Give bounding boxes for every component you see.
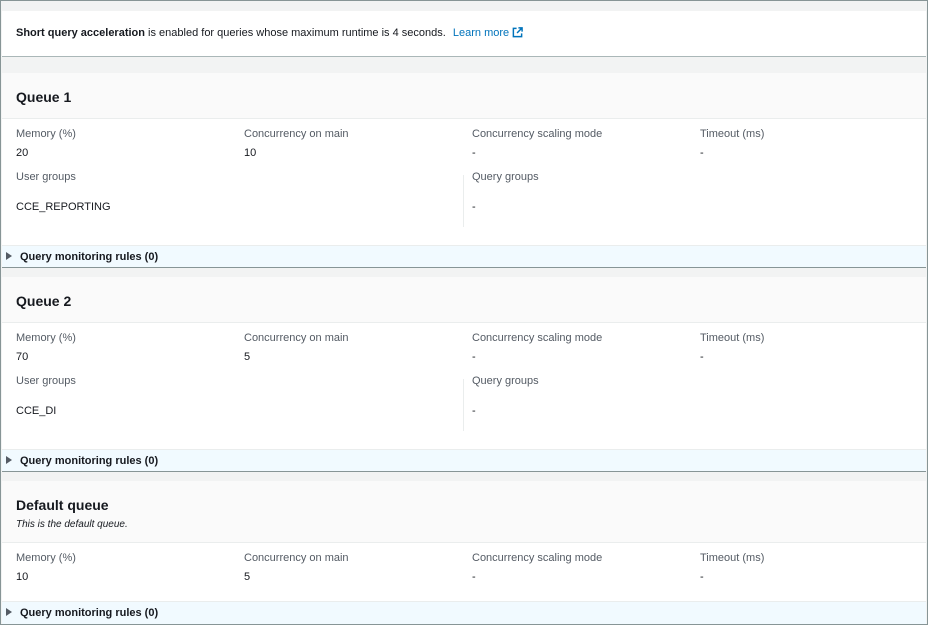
queue-header: Queue 2	[2, 277, 926, 323]
query-groups-value: -	[472, 405, 476, 417]
memory-label: Memory (%)	[16, 552, 76, 564]
user-groups-value: CCE_DI	[16, 405, 57, 417]
queue-settings-row: Memory (%) 10 Concurrency on main 5 Concur…	[2, 552, 926, 592]
memory-cell: Memory (%) 10	[16, 552, 76, 583]
memory-cell: Memory (%) 70	[16, 332, 76, 363]
scaling-label: Concurrency scaling mode	[472, 128, 603, 140]
sqa-title: Short query acceleration	[16, 27, 145, 39]
concurrency-value: 10	[244, 147, 257, 159]
concurrency-value: 5	[244, 351, 251, 363]
caret-right-icon	[6, 608, 12, 616]
queue-title: Queue 1	[16, 89, 72, 105]
memory-value: 20	[16, 147, 29, 159]
user-groups-value: CCE_REPORTING	[16, 201, 111, 213]
query-monitoring-rules-toggle[interactable]: Query monitoring rules (0)	[2, 449, 926, 472]
queue-groups-row: User groups CCE_DI Query groups -	[2, 375, 926, 435]
learn-more-label: Learn more	[452, 27, 510, 39]
queue-2-section: Queue 2 Memory (%) 70 Concurrency on main…	[2, 277, 926, 472]
scaling-value: -	[472, 351, 476, 363]
learn-more-link[interactable]: Learn more	[453, 27, 523, 39]
timeout-cell: Timeout (ms) -	[700, 552, 764, 583]
queue-settings-row: Memory (%) 70 Concurrency on main 5 Concur…	[2, 332, 926, 372]
concurrency-label: Concurrency on main	[244, 552, 349, 564]
scaling-cell: Concurrency scaling mode -	[472, 552, 602, 583]
timeout-value: -	[700, 351, 704, 363]
caret-right-icon	[6, 252, 12, 260]
timeout-cell: Timeout (ms) -	[700, 128, 764, 159]
scaling-cell: Concurrency scaling mode -	[472, 332, 602, 363]
memory-value: 10	[16, 571, 29, 583]
scaling-value: -	[472, 147, 476, 159]
sqa-description: is enabled for queries whose maximum run…	[145, 27, 446, 39]
timeout-cell: Timeout (ms) -	[700, 332, 764, 363]
scaling-label: Concurrency scaling mode	[472, 552, 603, 564]
concurrency-cell: Concurrency on main 5	[244, 332, 349, 363]
user-groups-cell: User groups CCE_REPORTING	[16, 171, 111, 231]
query-groups-cell: Query groups -	[472, 171, 539, 231]
memory-cell: Memory (%) 20	[16, 128, 76, 159]
query-groups-label: Query groups	[472, 375, 539, 387]
queue-title: Queue 2	[16, 293, 72, 309]
memory-label: Memory (%)	[16, 332, 76, 344]
wlm-queues-panel: Short query acceleration is enabled for …	[0, 0, 928, 625]
column-divider	[463, 379, 464, 431]
queue-header: Queue 1	[2, 73, 926, 119]
concurrency-cell: Concurrency on main 10	[244, 128, 349, 159]
query-groups-value: -	[472, 201, 476, 213]
concurrency-label: Concurrency on main	[244, 128, 349, 140]
qmr-label: Query monitoring rules (0)	[20, 455, 159, 467]
timeout-label: Timeout (ms)	[700, 128, 765, 140]
default-queue-section: Default queue This is the default queue.…	[2, 481, 926, 624]
qmr-label: Query monitoring rules (0)	[20, 607, 159, 619]
memory-value: 70	[16, 351, 29, 363]
sqa-info-banner: Short query acceleration is enabled for …	[2, 11, 926, 57]
timeout-label: Timeout (ms)	[700, 552, 765, 564]
timeout-value: -	[700, 147, 704, 159]
query-groups-label: Query groups	[472, 171, 539, 183]
concurrency-cell: Concurrency on main 5	[244, 552, 349, 583]
scaling-value: -	[472, 571, 476, 583]
scaling-cell: Concurrency scaling mode -	[472, 128, 602, 159]
scaling-label: Concurrency scaling mode	[472, 332, 603, 344]
caret-right-icon	[6, 456, 12, 464]
external-link-icon	[512, 27, 523, 41]
user-groups-label: User groups	[16, 375, 76, 387]
queue-1-section: Queue 1 Memory (%) 20 Concurrency on main…	[2, 73, 926, 268]
queue-settings-row: Memory (%) 20 Concurrency on main 10 Concu…	[2, 128, 926, 168]
user-groups-cell: User groups CCE_DI	[16, 375, 76, 435]
queue-header: Default queue This is the default queue.	[2, 481, 926, 543]
query-monitoring-rules-toggle[interactable]: Query monitoring rules (0)	[2, 601, 926, 624]
timeout-value: -	[700, 571, 704, 583]
timeout-label: Timeout (ms)	[700, 332, 765, 344]
queue-groups-row: User groups CCE_REPORTING Query groups -	[2, 171, 926, 231]
queue-title: Default queue	[16, 497, 109, 513]
user-groups-label: User groups	[16, 171, 76, 183]
query-monitoring-rules-toggle[interactable]: Query monitoring rules (0)	[2, 245, 926, 268]
query-groups-cell: Query groups -	[472, 375, 539, 435]
column-divider	[463, 175, 464, 227]
concurrency-value: 5	[244, 571, 251, 583]
concurrency-label: Concurrency on main	[244, 332, 349, 344]
memory-label: Memory (%)	[16, 128, 76, 140]
queue-description: This is the default queue.	[16, 519, 128, 530]
qmr-label: Query monitoring rules (0)	[20, 251, 159, 263]
